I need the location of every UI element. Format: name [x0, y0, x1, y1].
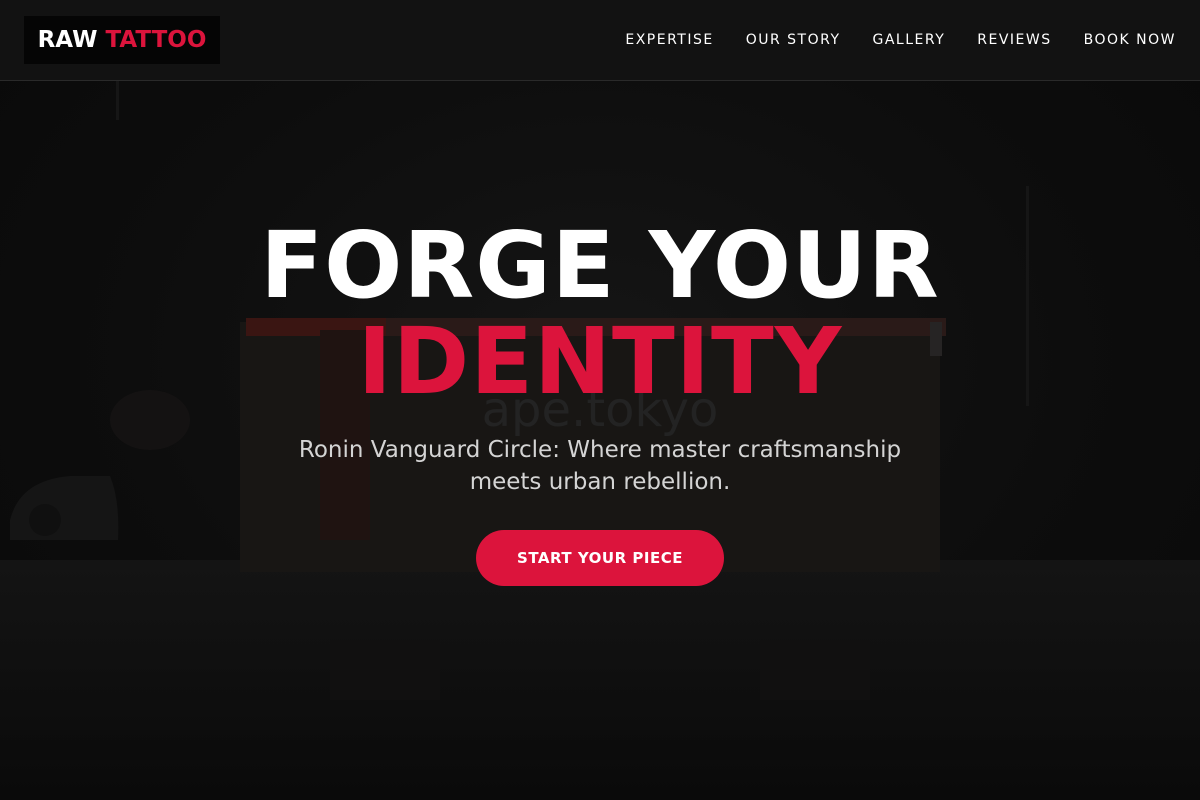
logo-word-raw: RAW: [37, 27, 98, 53]
hero-subtitle: Ronin Vanguard Circle: Where master craf…: [298, 437, 902, 495]
nav-link-expertise[interactable]: EXPERTISE: [625, 32, 713, 48]
hero-section: FORGE YOUR IDENTITY Ronin Vanguard Circl…: [0, 218, 1200, 586]
logo[interactable]: RAW TATTOO: [24, 16, 220, 64]
hero-title: FORGE YOUR IDENTITY: [0, 218, 1200, 410]
main-nav: EXPERTISE OUR STORY GALLERY REVIEWS BOOK…: [593, 0, 1176, 80]
nav-link-reviews[interactable]: REVIEWS: [977, 32, 1051, 48]
nav-link-book-now[interactable]: BOOK NOW: [1084, 32, 1176, 48]
hero-title-line-2: IDENTITY: [357, 308, 843, 415]
nav-link-gallery[interactable]: GALLERY: [873, 32, 946, 48]
site-header: RAW TATTOO EXPERTISE OUR STORY GALLERY R…: [0, 0, 1200, 81]
page: ape.tokyo RAW TATTOO EXPERTISE OUR STORY…: [0, 0, 1200, 800]
nav-link-our-story[interactable]: OUR STORY: [746, 32, 841, 48]
logo-word-tattoo: TATTOO: [105, 27, 207, 53]
hero-title-line-1: FORGE YOUR: [260, 212, 940, 319]
start-your-piece-button[interactable]: START YOUR PIECE: [476, 530, 724, 586]
